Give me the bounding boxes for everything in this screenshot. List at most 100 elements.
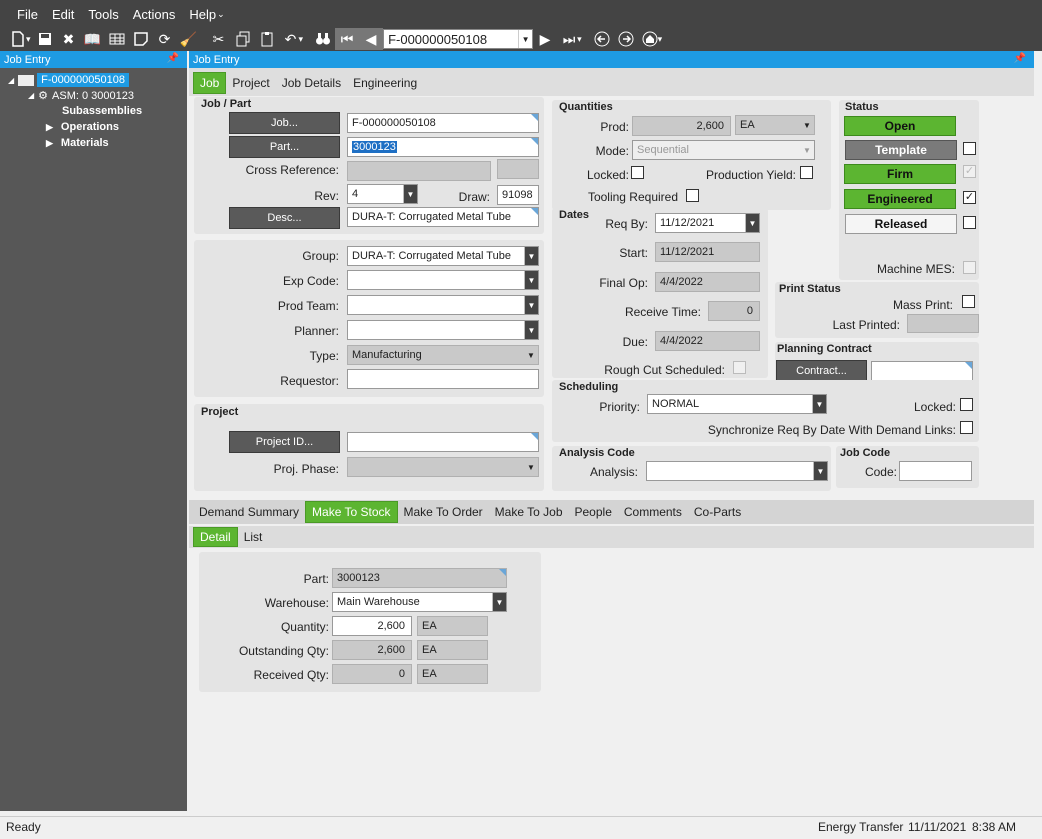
tree-root[interactable]: ◢ F-000000050108 xyxy=(8,73,129,87)
code-field[interactable] xyxy=(899,461,972,481)
paste-icon[interactable] xyxy=(255,28,279,50)
tab-make-to-job[interactable]: Make To Job xyxy=(489,501,569,523)
status-template-button[interactable]: Template xyxy=(845,140,957,160)
expand-arrow-icon[interactable]: ◢ xyxy=(28,91,34,100)
engineered-checkbox[interactable]: ✓ xyxy=(963,191,976,204)
pin-icon[interactable]: 📌 xyxy=(1014,53,1026,64)
tab-detail[interactable]: Detail xyxy=(193,527,238,547)
prod-qty-field[interactable]: 2,600 xyxy=(632,116,731,136)
warehouse-select[interactable]: Main Warehouse ▼ xyxy=(332,592,507,612)
exp-code-select[interactable]: ▼ xyxy=(347,270,539,290)
tab-comments[interactable]: Comments xyxy=(618,501,688,523)
nav-dropdown-icon[interactable]: ▾ xyxy=(577,34,582,45)
save-icon[interactable] xyxy=(33,28,57,50)
tab-job[interactable]: Job xyxy=(193,72,227,94)
chevron-down-icon[interactable]: ▼ xyxy=(403,185,417,203)
tooling-required-checkbox[interactable] xyxy=(686,189,699,202)
last-printed-field[interactable] xyxy=(907,314,979,333)
tree-asm[interactable]: ◢ ⚙ ASM: 0 3000123 xyxy=(28,89,134,103)
book-icon[interactable]: 📖 xyxy=(81,28,105,50)
tree-item-materials[interactable]: ▶ Materials xyxy=(46,137,109,149)
copy-icon[interactable] xyxy=(231,28,255,50)
mts-part-field[interactable]: 3000123 xyxy=(332,568,507,588)
production-yield-checkbox[interactable] xyxy=(800,166,813,179)
planner-select[interactable]: ▼ xyxy=(347,320,539,340)
refresh-icon[interactable]: ⟳ xyxy=(153,28,177,50)
proj-phase-select[interactable]: ▼ xyxy=(347,457,539,477)
req-by-field[interactable]: 11/12/2021 ▼ xyxy=(655,213,760,233)
expand-arrow-icon[interactable]: ▶ xyxy=(46,122,53,133)
grid-icon[interactable] xyxy=(105,28,129,50)
binoculars-icon[interactable] xyxy=(311,28,335,50)
priority-select[interactable]: NORMAL ▼ xyxy=(647,394,827,414)
chevron-down-icon[interactable]: ▼ xyxy=(492,593,506,611)
chevron-down-icon[interactable]: ▼ xyxy=(800,116,814,134)
project-id-button[interactable]: Project ID... xyxy=(229,431,340,453)
analysis-select[interactable]: ▼ xyxy=(646,461,828,481)
expand-arrow-icon[interactable]: ▶ xyxy=(46,138,53,149)
chevron-down-icon[interactable]: ▼ xyxy=(813,462,827,480)
chevron-down-icon[interactable]: ▼ xyxy=(524,346,538,364)
desc-button[interactable]: Desc... xyxy=(229,207,340,229)
tab-job-details[interactable]: Job Details xyxy=(276,72,347,94)
tab-engineering[interactable]: Engineering xyxy=(347,72,423,94)
tab-people[interactable]: People xyxy=(569,501,618,523)
job-field[interactable]: F-000000050108 xyxy=(347,113,539,133)
chevron-down-icon[interactable]: ▼ xyxy=(800,141,814,159)
record-navigator-field[interactable]: F-000000050108 ▼ xyxy=(383,29,534,49)
synchronize-checkbox[interactable] xyxy=(960,421,973,434)
delete-icon[interactable]: ✖ xyxy=(57,28,81,50)
rev-select[interactable]: 4 ▼ xyxy=(347,184,418,204)
calendar-dropdown-icon[interactable]: ▼ xyxy=(745,214,759,232)
menu-edit[interactable]: Edit xyxy=(45,7,81,22)
back-icon[interactable] xyxy=(590,28,614,50)
project-id-field[interactable] xyxy=(347,432,539,452)
prev-record-icon[interactable]: ◀ xyxy=(359,28,384,50)
menu-tools[interactable]: Tools xyxy=(81,7,125,22)
first-record-icon[interactable]: ⏮ xyxy=(335,28,360,50)
tab-co-parts[interactable]: Co-Parts xyxy=(688,501,747,523)
mode-select[interactable]: Sequential ▼ xyxy=(632,140,815,160)
cut-icon[interactable]: ✂ xyxy=(207,28,231,50)
menu-overflow-icon[interactable]: ⌄ xyxy=(217,9,225,20)
due-field[interactable]: 4/4/2022 xyxy=(655,331,760,351)
chevron-down-icon[interactable]: ▼ xyxy=(518,30,532,48)
requestor-field[interactable] xyxy=(347,369,539,389)
prod-team-select[interactable]: ▼ xyxy=(347,295,539,315)
draw-field[interactable]: 91098 xyxy=(497,185,539,205)
note-icon[interactable] xyxy=(129,28,153,50)
expand-arrow-icon[interactable]: ◢ xyxy=(8,76,14,85)
status-engineered-button[interactable]: Engineered xyxy=(844,189,956,209)
chevron-down-icon[interactable]: ▼ xyxy=(524,296,538,314)
rough-cut-checkbox[interactable] xyxy=(733,361,746,374)
tab-make-to-stock[interactable]: Make To Stock xyxy=(305,501,398,523)
home-dropdown-icon[interactable]: ▾ xyxy=(658,34,663,45)
next-record-icon[interactable]: ▶ xyxy=(533,28,557,50)
menu-actions[interactable]: Actions xyxy=(126,7,183,22)
locked-checkbox[interactable] xyxy=(631,166,644,179)
status-firm-button[interactable]: Firm xyxy=(844,164,956,184)
prod-uom-select[interactable]: EA ▼ xyxy=(735,115,815,135)
contract-field[interactable] xyxy=(871,361,973,381)
released-checkbox[interactable] xyxy=(963,216,976,229)
forward-icon[interactable] xyxy=(614,28,638,50)
undo-dropdown-icon[interactable]: ▾ xyxy=(299,34,304,45)
contract-button[interactable]: Contract... xyxy=(776,360,867,381)
type-select[interactable]: Manufacturing ▼ xyxy=(347,345,539,365)
chevron-down-icon[interactable]: ▼ xyxy=(524,321,538,339)
final-op-field[interactable]: 4/4/2022 xyxy=(655,272,760,292)
firm-checkbox[interactable]: ✓ xyxy=(963,165,976,178)
job-button[interactable]: Job... xyxy=(229,112,340,134)
status-open-button[interactable]: Open xyxy=(844,116,956,136)
new-dropdown-icon[interactable]: ▾ xyxy=(26,34,31,45)
quantity-field[interactable]: 2,600 xyxy=(332,616,412,636)
template-checkbox[interactable] xyxy=(963,142,976,155)
menu-file[interactable]: File xyxy=(10,7,45,22)
chevron-down-icon[interactable]: ▼ xyxy=(812,395,826,413)
group-select[interactable]: DURA-T: Corrugated Metal Tube ▼ xyxy=(347,246,539,266)
pin-icon[interactable]: 📌 xyxy=(167,53,179,64)
mass-print-checkbox[interactable] xyxy=(962,295,975,308)
clear-icon[interactable]: 🧹 xyxy=(177,28,201,50)
tab-list[interactable]: List xyxy=(238,527,269,547)
tree-item-subassemblies[interactable]: Subassemblies xyxy=(62,105,142,117)
